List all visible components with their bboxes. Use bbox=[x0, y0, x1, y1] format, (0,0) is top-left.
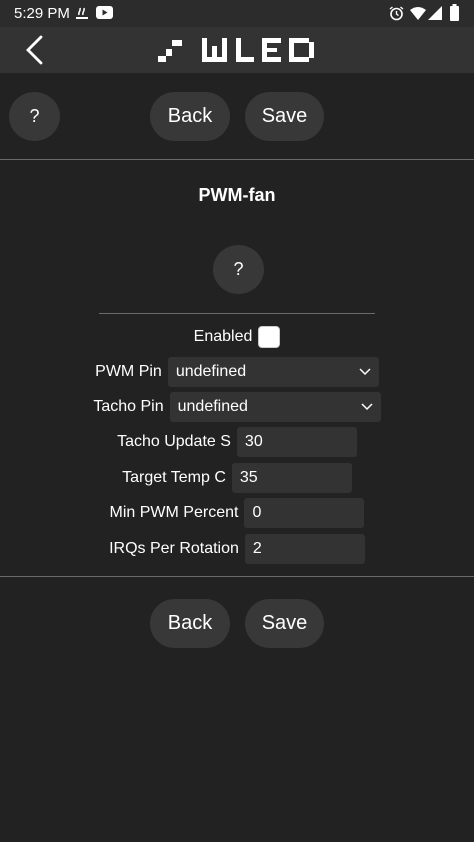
chevron-left-icon[interactable] bbox=[22, 35, 48, 65]
pwm-pin-row: PWM Pin undefined bbox=[0, 356, 474, 388]
section-divider bbox=[99, 313, 375, 314]
chevron-down-icon bbox=[359, 368, 371, 376]
section-help-button[interactable]: ? bbox=[213, 245, 264, 294]
steam-icon bbox=[76, 7, 88, 19]
section-title: PWM-fan bbox=[198, 185, 276, 205]
app-bar bbox=[0, 27, 474, 73]
pwm-pin-value: undefined bbox=[175, 363, 247, 380]
tacho-pin-select[interactable]: undefined bbox=[169, 392, 381, 422]
save-button-bottom[interactable]: Save bbox=[245, 599, 324, 648]
pwm-pin-label: PWM Pin bbox=[95, 363, 162, 380]
divider-bottom bbox=[0, 576, 474, 577]
tacho-update-label: Tacho Update S bbox=[117, 433, 231, 450]
enabled-row: Enabled bbox=[0, 321, 474, 353]
irqs-input[interactable]: 2 bbox=[244, 534, 365, 564]
tacho-update-input[interactable]: 30 bbox=[236, 427, 357, 457]
target-temp-label: Target Temp C bbox=[122, 469, 226, 486]
pwm-pin-select[interactable]: undefined bbox=[167, 357, 379, 387]
min-pwm-row: Min PWM Percent 0 bbox=[0, 497, 474, 529]
divider bbox=[0, 159, 474, 160]
target-temp-input[interactable]: 35 bbox=[231, 463, 352, 493]
irqs-row: IRQs Per Rotation 2 bbox=[0, 533, 474, 565]
alarm-icon bbox=[389, 6, 404, 21]
help-button[interactable]: ? bbox=[9, 92, 60, 141]
back-button-bottom[interactable]: Back bbox=[150, 599, 230, 648]
tacho-pin-value: undefined bbox=[177, 398, 248, 415]
min-pwm-label: Min PWM Percent bbox=[109, 504, 239, 521]
battery-icon bbox=[450, 4, 459, 21]
save-button[interactable]: Save bbox=[245, 92, 324, 141]
chevron-down-icon bbox=[361, 403, 373, 411]
back-button[interactable]: Back bbox=[150, 92, 230, 141]
target-temp-row: Target Temp C 35 bbox=[0, 462, 474, 494]
status-time: 5:29 PM bbox=[14, 5, 70, 22]
irqs-label: IRQs Per Rotation bbox=[109, 540, 239, 557]
enabled-checkbox[interactable] bbox=[258, 326, 281, 348]
tacho-pin-row: Tacho Pin undefined bbox=[0, 391, 474, 423]
enabled-label: Enabled bbox=[193, 328, 253, 345]
youtube-icon bbox=[96, 6, 113, 19]
wled-logo bbox=[158, 38, 314, 62]
signal-icon bbox=[428, 6, 442, 20]
tacho-update-row: Tacho Update S 30 bbox=[0, 426, 474, 458]
wifi-icon bbox=[410, 7, 426, 20]
min-pwm-input[interactable]: 0 bbox=[244, 498, 365, 528]
tacho-pin-label: Tacho Pin bbox=[93, 398, 164, 415]
status-bar: 5:29 PM bbox=[0, 0, 474, 27]
